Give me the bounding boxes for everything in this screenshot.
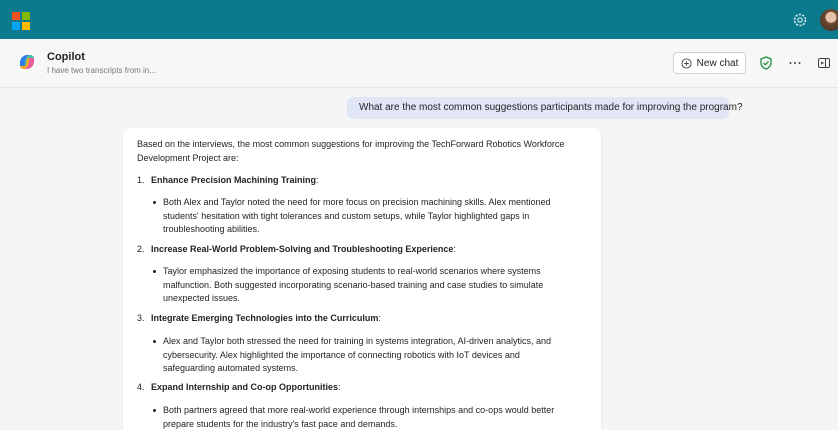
more-icon[interactable] <box>787 55 803 71</box>
list-number: 1. <box>137 175 145 185</box>
list-item-line: prepare students for the industry's fast… <box>163 419 398 429</box>
bullet <box>153 409 156 412</box>
bullet <box>153 270 156 273</box>
shield-check-icon[interactable] <box>758 55 774 71</box>
avatar[interactable] <box>820 9 838 31</box>
heading-colon: : <box>378 313 381 323</box>
list-item-line: Both partners agreed that more real-worl… <box>163 405 555 415</box>
list-item-line: troubleshooting abilities. <box>163 224 260 234</box>
list-item-heading: Increase Real-World Problem-Solving and … <box>151 244 456 255</box>
list-item-heading-text: Integrate Emerging Technologies into the… <box>151 313 379 323</box>
heading-colon: : <box>453 244 456 254</box>
heading-colon: : <box>316 175 319 185</box>
list-item-heading: Expand Internship and Co-op Opportunitie… <box>151 382 341 393</box>
list-item-heading-text: Enhance Precision Machining Training <box>151 175 317 185</box>
bullet <box>153 201 156 204</box>
new-chat-label: New chat <box>696 57 739 69</box>
list-item-line: Both Alex and Taylor noted the need for … <box>163 197 551 207</box>
list-item-line: safeguarding automated systems. <box>163 363 299 373</box>
chat-title: Copilot <box>47 51 85 63</box>
list-item-heading-text: Increase Real-World Problem-Solving and … <box>151 244 454 254</box>
bullet <box>153 340 156 343</box>
list-item-heading: Enhance Precision Machining Training: <box>151 175 319 186</box>
chat-subtitle: I have two transcripts from in... <box>47 66 156 75</box>
side-panel-icon[interactable] <box>816 55 832 71</box>
answer-intro-line: Based on the interviews, the most common… <box>137 139 565 149</box>
app-top-bar <box>0 0 838 39</box>
list-item-line: Taylor emphasized the importance of expo… <box>163 266 541 276</box>
heading-colon: : <box>338 382 341 392</box>
list-item-line: students' hesitation with tight toleranc… <box>163 211 530 221</box>
add-circle-icon <box>681 57 692 69</box>
list-item-heading: Integrate Emerging Technologies into the… <box>151 313 381 324</box>
microsoft-logo-icon[interactable] <box>12 12 30 30</box>
chat-header: Copilot I have two transcripts from in..… <box>0 39 838 88</box>
assistant-answer: Based on the interviews, the most common… <box>123 128 601 430</box>
gear-icon[interactable] <box>792 12 808 28</box>
user-message: What are the most common suggestions par… <box>347 97 743 119</box>
list-number: 4. <box>137 382 145 392</box>
list-item-line: malfunction. Both suggested incorporatin… <box>163 280 544 290</box>
list-number: 2. <box>137 244 145 254</box>
list-item-heading-text: Expand Internship and Co-op Opportunitie… <box>151 382 338 392</box>
list-number: 3. <box>137 313 145 323</box>
answer-intro-line: Development Project are: <box>137 153 239 163</box>
list-item-line: cybersecurity. Alex highlighted the impo… <box>163 350 520 360</box>
copilot-logo-icon <box>19 55 35 69</box>
new-chat-button[interactable]: New chat <box>673 52 746 74</box>
list-item-line: Alex and Taylor both stressed the need f… <box>163 336 552 346</box>
list-item-line: unexpected issues. <box>163 293 241 303</box>
